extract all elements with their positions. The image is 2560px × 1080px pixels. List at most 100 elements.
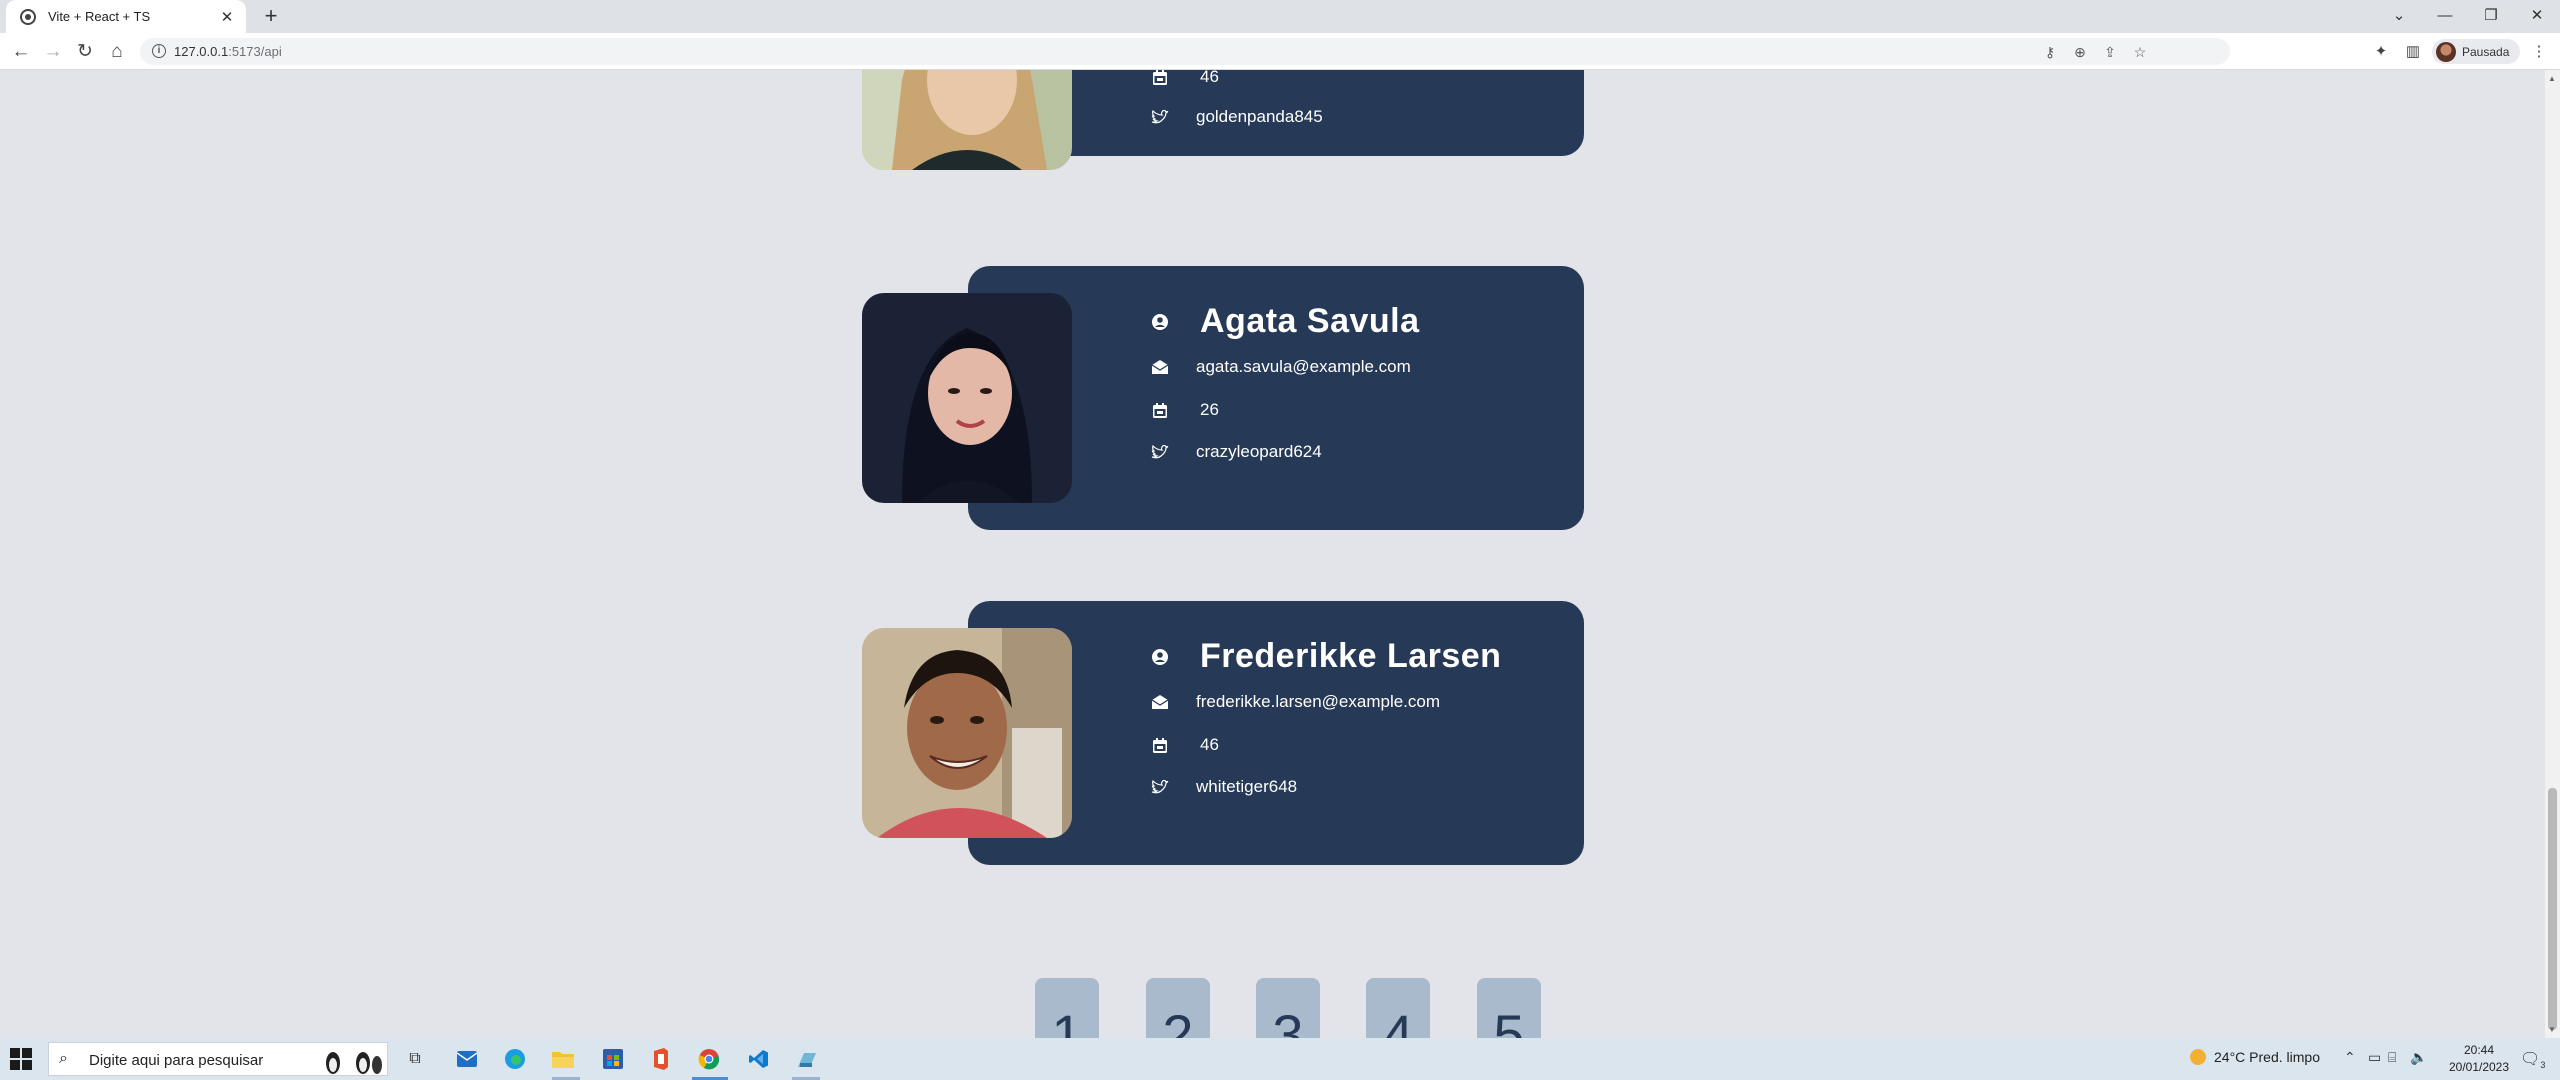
age-row: 26 xyxy=(1150,400,1219,420)
office-app-icon[interactable] xyxy=(646,1044,676,1074)
tab-strip: Vite + React + TS ✕ + ⌄ — ❐ ✕ xyxy=(0,0,2560,33)
clock-date: 20/01/2023 xyxy=(2448,1060,2510,1074)
user-name: Frederikke Larsen xyxy=(1200,637,1502,675)
side-panel-icon[interactable]: ▥ xyxy=(2402,41,2424,63)
url-path: :5173/api xyxy=(228,44,282,59)
page-button-5[interactable]: 5 xyxy=(1477,978,1541,1038)
profile-button[interactable]: Pausada xyxy=(2432,39,2520,64)
browser-tab[interactable]: Vite + React + TS ✕ xyxy=(6,0,246,33)
bookmark-star-icon[interactable]: ☆ xyxy=(2130,43,2150,61)
scrollbar-thumb[interactable] xyxy=(2548,788,2557,1030)
volume-icon[interactable]: 🔈 xyxy=(2410,1049,2427,1066)
share-icon[interactable]: ⇪ xyxy=(2100,43,2120,61)
zoom-icon[interactable]: ⊕ xyxy=(2070,43,2090,61)
envelope-icon xyxy=(1150,692,1170,712)
user-age: 26 xyxy=(1200,400,1219,419)
close-window-button[interactable]: ✕ xyxy=(2514,4,2560,28)
user-age: 46 xyxy=(1200,70,1219,86)
mail-app-icon[interactable] xyxy=(452,1044,482,1074)
page-button-1[interactable]: 1 xyxy=(1035,978,1099,1038)
page-button-4[interactable]: 4 xyxy=(1366,978,1430,1038)
twitter-bird-icon xyxy=(1150,107,1170,127)
menu-kebab-icon[interactable]: ⋮ xyxy=(2528,41,2550,63)
user-circle-icon xyxy=(1150,647,1170,667)
taskbar-search-input[interactable]: ⌕ Digite aqui para pesquisar xyxy=(48,1042,388,1076)
address-bar[interactable]: i 127.0.0.1:5173/api ⚷ ⊕ ⇪ ☆ xyxy=(140,38,2230,65)
scroll-down-arrow-icon[interactable]: ▼ xyxy=(2548,1025,2556,1034)
calendar-icon xyxy=(1150,735,1170,755)
battery-icon[interactable]: ▭ xyxy=(2368,1049,2381,1066)
scroll-up-arrow-icon[interactable]: ▲ xyxy=(2548,74,2556,83)
back-icon[interactable]: ← xyxy=(8,39,34,65)
user-username: crazyleopard624 xyxy=(1196,442,1322,461)
restore-button[interactable]: ❐ xyxy=(2468,4,2514,28)
weather-widget[interactable]: 24°C Pred. limpo xyxy=(2190,1049,2320,1065)
email-row: agata.savula@example.com xyxy=(1150,357,1411,377)
reload-icon[interactable]: ↻ xyxy=(72,39,98,65)
close-tab-icon[interactable]: ✕ xyxy=(218,8,236,26)
site-info-icon[interactable]: i xyxy=(152,44,166,58)
windows-start-icon[interactable] xyxy=(10,1048,32,1070)
age-row: 46 xyxy=(1150,735,1219,755)
tab-search-icon[interactable]: ⌄ xyxy=(2376,4,2422,28)
network-icon[interactable]: ⌸ xyxy=(2388,1049,2396,1066)
user-photo xyxy=(862,293,1072,503)
home-icon[interactable]: ⌂ xyxy=(104,39,130,65)
weather-moon-icon xyxy=(2190,1049,2206,1065)
forward-icon[interactable]: → xyxy=(40,39,66,65)
clock-time: 20:44 xyxy=(2463,1043,2495,1057)
user-username: goldenpanda845 xyxy=(1196,107,1323,126)
profile-name: Pausada xyxy=(2462,44,2510,59)
twitter-bird-icon xyxy=(1150,442,1170,462)
envelope-icon xyxy=(1150,357,1170,377)
edge-app-icon[interactable] xyxy=(500,1044,530,1074)
search-icon: ⌕ xyxy=(59,1050,68,1067)
calendar-icon xyxy=(1150,70,1170,87)
username-row: whitetiger648 xyxy=(1150,777,1297,797)
search-highlight-penguins-icon xyxy=(326,1052,382,1074)
name-row: Agata Savula xyxy=(1150,302,1420,341)
user-name: Agata Savula xyxy=(1200,302,1420,340)
calendar-icon xyxy=(1150,400,1170,420)
email-row: frederikke.larsen@example.com xyxy=(1150,692,1440,712)
globe-icon xyxy=(20,8,36,25)
search-placeholder: Digite aqui para pesquisar xyxy=(89,1052,264,1069)
user-age: 46 xyxy=(1200,735,1219,754)
page-viewport: 46 goldenpanda845 Agata Savula agata.sav xyxy=(0,70,2545,1038)
chrome-app-icon[interactable] xyxy=(694,1044,724,1074)
vscode-app-icon[interactable] xyxy=(744,1044,774,1074)
store-app-icon[interactable] xyxy=(598,1044,628,1074)
tab-title: Vite + React + TS xyxy=(48,9,151,24)
browser-toolbar: ← → ↻ ⌂ i 127.0.0.1:5173/api ⚷ ⊕ ⇪ ☆ ✦ ▥… xyxy=(0,33,2560,70)
avatar xyxy=(2436,41,2456,62)
file-explorer-icon[interactable] xyxy=(548,1044,578,1074)
tray-chevron-up-icon[interactable]: ⌃ xyxy=(2344,1049,2356,1066)
new-tab-button[interactable]: + xyxy=(258,3,284,29)
user-email: agata.savula@example.com xyxy=(1196,357,1411,376)
page-button-2[interactable]: 2 xyxy=(1146,978,1210,1038)
portrait-image xyxy=(862,70,1072,170)
system-clock[interactable]: 20:44 20/01/2023 xyxy=(2440,1042,2518,1076)
user-username: whitetiger648 xyxy=(1196,777,1298,796)
twitter-bird-icon xyxy=(1150,777,1170,797)
user-photo xyxy=(862,628,1072,838)
url-host: 127.0.0.1 xyxy=(174,44,229,59)
taskbar: ⌕ Digite aqui para pesquisar ⧉ 24°C Pred… xyxy=(0,1038,2560,1080)
weather-text: 24°C Pred. limpo xyxy=(2214,1049,2320,1065)
page-button-3[interactable]: 3 xyxy=(1256,978,1320,1038)
portrait-image xyxy=(862,293,1072,503)
user-email: frederikke.larsen@example.com xyxy=(1196,692,1441,711)
minimize-button[interactable]: — xyxy=(2422,4,2468,28)
extensions-icon[interactable]: ✦ xyxy=(2370,41,2392,63)
key-icon[interactable]: ⚷ xyxy=(2040,43,2060,61)
task-view-icon[interactable]: ⧉ xyxy=(400,1044,430,1074)
portrait-image xyxy=(862,628,1072,838)
paint-app-icon[interactable] xyxy=(792,1044,822,1074)
user-circle-icon xyxy=(1150,312,1170,332)
username-row: goldenpanda845 xyxy=(1150,107,1323,127)
notification-center-icon[interactable]: 🗨3 xyxy=(2520,1049,2545,1070)
age-row: 46 xyxy=(1150,70,1219,87)
vertical-scrollbar[interactable]: ▲ ▼ xyxy=(2545,70,2560,1038)
url-text: 127.0.0.1:5173/api xyxy=(174,44,282,59)
name-row: Frederikke Larsen xyxy=(1150,637,1501,676)
